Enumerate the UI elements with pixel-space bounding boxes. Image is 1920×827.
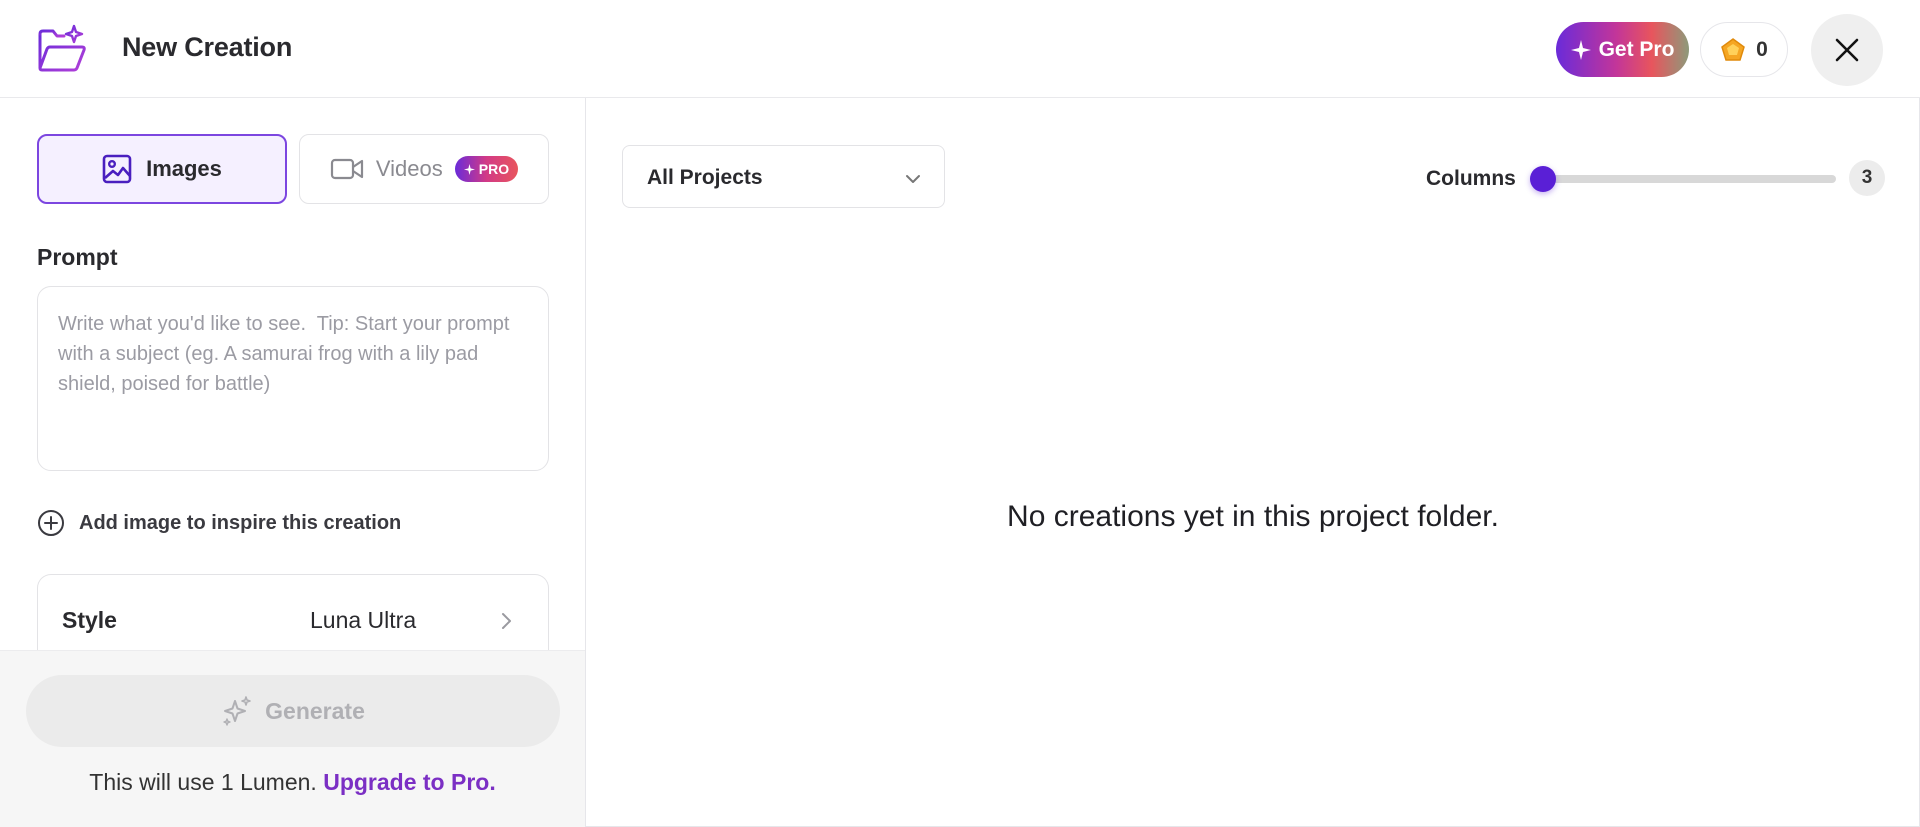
add-image-button[interactable]: Add image to inspire this creation [37,509,401,537]
video-camera-icon [330,158,363,180]
folder-sparkle-icon [38,24,86,72]
project-filter-value: All Projects [647,166,763,189]
image-icon [102,154,132,184]
lumens-balance-button[interactable]: 0 [1700,22,1788,77]
tab-images[interactable]: Images [37,134,287,204]
get-pro-label: Get Pro [1598,37,1675,61]
lumen-cost-note: This will use 1 Lumen. Upgrade to Pro. [0,769,585,796]
generate-button[interactable]: Generate [26,675,560,747]
pro-badge-label: PRO [478,161,510,177]
style-value: Luna Ultra [310,607,417,633]
tab-videos-label: Videos [375,156,443,181]
lumens-count: 0 [1756,37,1768,61]
header: New Creation Get Pro 0 [0,0,1920,98]
columns-value-badge: 3 [1849,160,1885,196]
gem-icon [1721,37,1746,61]
lumen-cost-text: This will use 1 Lumen. [89,769,317,795]
empty-state-message: No creations yet in this project folder. [1007,500,1499,533]
style-label: Style [62,607,117,633]
page-title: New Creation [122,32,293,62]
sparkle-icon [223,696,251,726]
get-pro-button[interactable]: Get Pro [1556,22,1689,77]
tab-videos[interactable]: Videos PRO [299,134,549,204]
columns-slider-track[interactable] [1530,175,1836,183]
tab-images-label: Images [146,156,222,181]
plus-circle-icon [38,510,64,536]
pro-badge: PRO [454,156,519,182]
columns-label: Columns [1426,167,1516,190]
close-button[interactable] [1811,14,1883,86]
columns-slider-thumb[interactable] [1530,166,1556,192]
creation-panel: Images Videos PRO Prompt Add image to in… [0,98,586,827]
chevron-right-icon [502,613,511,629]
prompt-label: Prompt [37,244,118,270]
upgrade-to-pro-link[interactable]: Upgrade to Pro. [323,769,496,795]
chevron-down-icon [906,175,920,183]
prompt-box [37,286,549,471]
close-icon [1835,38,1859,62]
sparkle-icon [1570,39,1591,60]
project-filter-dropdown[interactable]: All Projects [622,145,945,208]
prompt-input[interactable] [58,309,528,459]
generate-footer: Generate This will use 1 Lumen. Upgrade … [0,650,585,827]
generate-label: Generate [265,697,365,724]
add-image-label: Add image to inspire this creation [79,511,402,534]
sparkle-icon [463,163,475,175]
